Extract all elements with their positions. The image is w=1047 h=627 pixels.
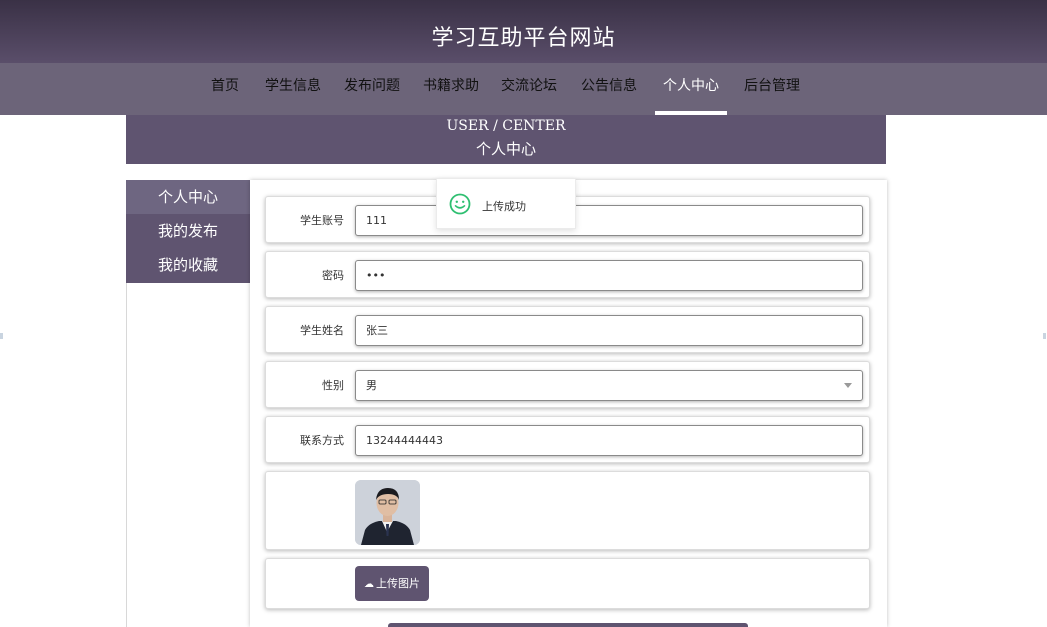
nav-item-forum[interactable]: 交流论坛 [494, 63, 564, 115]
nav-item-students[interactable]: 学生信息 [258, 63, 328, 115]
right-edge-marker [1043, 333, 1046, 339]
form-row-avatar [265, 471, 870, 550]
nav-item-post-question[interactable]: 发布问题 [337, 63, 407, 115]
name-label: 学生姓名 [300, 324, 344, 337]
nav-item-notices[interactable]: 公告信息 [574, 63, 644, 115]
smile-icon [449, 193, 471, 215]
form-row-name: 学生姓名 张三 [265, 306, 870, 353]
site-title: 学习互助平台网站 [431, 26, 616, 51]
cloud-upload-icon: ☁ [364, 579, 374, 590]
form-row-gender: 性别 男 [265, 361, 870, 408]
password-input[interactable]: ••• [355, 260, 863, 291]
nav-item-user-center[interactable]: 个人中心 [655, 63, 727, 115]
avatar-photo-icon [355, 480, 420, 545]
toast-message: 上传成功 [436, 178, 576, 229]
form-row-phone: 联系方式 13244444443 [265, 416, 870, 463]
phone-label: 联系方式 [300, 434, 344, 447]
site-header: 学习互助平台网站 [0, 0, 1047, 63]
account-label: 学生账号 [300, 214, 344, 227]
side-menu: 个人中心 我的发布 我的收藏 [126, 180, 250, 283]
upload-image-button[interactable]: ☁ 上传图片 [355, 566, 429, 601]
account-input[interactable]: 111 [355, 205, 863, 236]
submit-button[interactable] [388, 623, 748, 627]
side-item-user-center[interactable]: 个人中心 [126, 180, 250, 214]
form-row-upload: ☁ 上传图片 [265, 558, 870, 609]
upload-image-label: 上传图片 [376, 577, 420, 590]
left-edge-marker [0, 333, 3, 339]
gender-value: 男 [366, 379, 377, 392]
name-input[interactable]: 张三 [355, 315, 863, 346]
side-item-my-posts[interactable]: 我的发布 [126, 214, 250, 248]
nav-item-home[interactable]: 首页 [200, 63, 250, 115]
gender-label: 性别 [322, 379, 344, 392]
chevron-down-icon [844, 383, 852, 388]
main-nav: 首页 学生信息 发布问题 书籍求助 交流论坛 公告信息 个人中心 后台管理 [0, 63, 1047, 115]
toast-text: 上传成功 [482, 200, 526, 213]
nav-item-book-help[interactable]: 书籍求助 [416, 63, 486, 115]
side-item-my-favorites[interactable]: 我的收藏 [126, 248, 250, 282]
avatar-image [355, 480, 420, 545]
gender-select[interactable]: 男 [355, 370, 863, 401]
form-row-password: 密码 ••• [265, 251, 870, 298]
phone-input[interactable]: 13244444443 [355, 425, 863, 456]
side-divider [126, 283, 127, 627]
nav-item-admin[interactable]: 后台管理 [736, 63, 808, 115]
password-label: 密码 [322, 269, 344, 282]
banner-title-cn: 个人中心 [475, 140, 536, 158]
page-banner: USER / CENTER 个人中心 [126, 115, 886, 164]
banner-title-en: USER / CENTER [446, 118, 566, 134]
